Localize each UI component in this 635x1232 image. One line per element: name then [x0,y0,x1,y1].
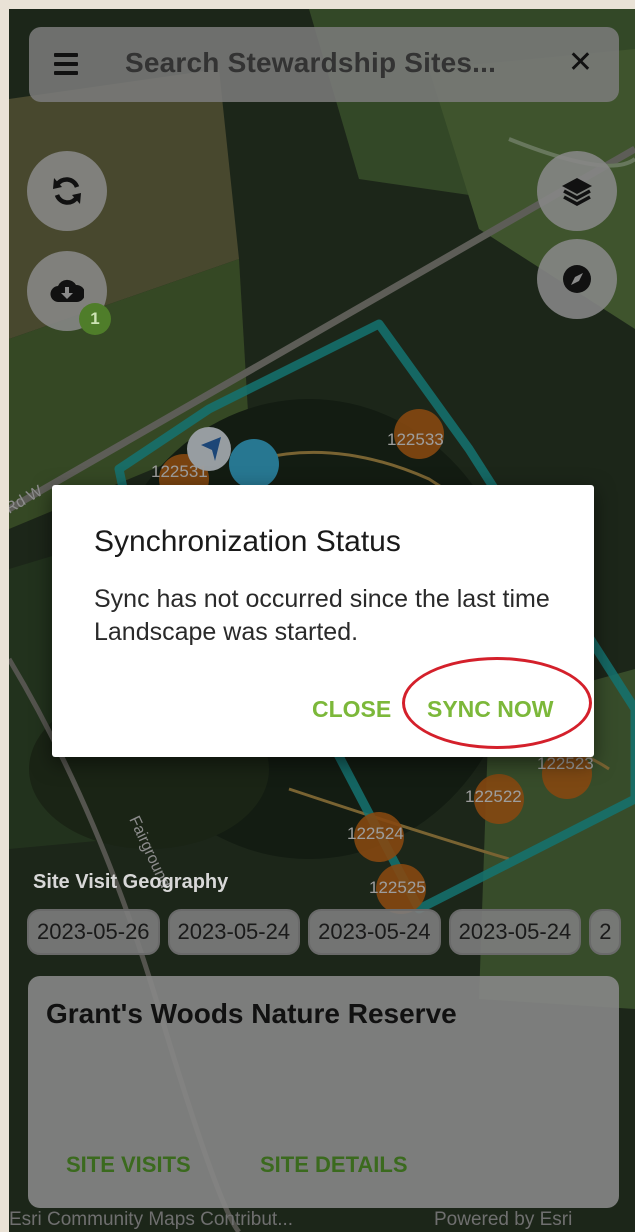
dialog-close-button[interactable]: CLOSE [312,696,391,723]
cloud-download-icon [50,279,84,303]
menu-icon[interactable] [54,53,78,75]
close-icon[interactable]: ✕ [568,45,593,81]
site-card[interactable]: Grant's Woods Nature Reserve SITE VISITS… [28,976,619,1208]
date-chip[interactable]: 2023-05-24 [448,909,582,955]
site-details-button[interactable]: SITE DETAILS [260,1152,408,1178]
date-chip[interactable]: 2023-05-24 [308,909,441,955]
date-chip[interactable]: 2 [589,909,622,955]
layers-icon [562,178,592,206]
pending-count-badge: 1 [79,303,111,335]
site-title: Grant's Woods Nature Reserve [46,998,457,1029]
attribution-right: Powered by Esri [434,1209,573,1230]
sync-button[interactable] [27,151,107,231]
map-attribution: Esri Community Maps Contribut... Powered… [9,1209,635,1232]
dialog-title: Synchronization Status [94,525,401,558]
search-bar[interactable]: Search Stewardship Sites... ✕ [29,27,619,102]
annotation-circle [402,657,592,749]
app-screen: 122533 122531 122523 122522 122524 12252… [9,9,635,1232]
site-visits-button[interactable]: SITE VISITS [66,1152,191,1178]
site-visit-label: Site Visit Geography [33,871,229,893]
date-chip[interactable]: 2023-05-24 [167,909,301,955]
search-input[interactable]: Search Stewardship Sites... [125,47,496,79]
date-chip-row[interactable]: 2023-05-26 2023-05-24 2023-05-24 2023-05… [27,909,622,955]
dialog-message: Sync has not occurred since the last tim… [94,585,550,646]
compass-button[interactable] [537,239,617,319]
attribution-left: Esri Community Maps Contribut... [9,1209,294,1230]
offline-download-button[interactable]: 1 [27,251,111,335]
compass-icon [563,265,591,293]
refresh-icon [53,177,81,205]
date-chip[interactable]: 2023-05-26 [27,909,160,955]
layers-button[interactable] [537,151,617,231]
